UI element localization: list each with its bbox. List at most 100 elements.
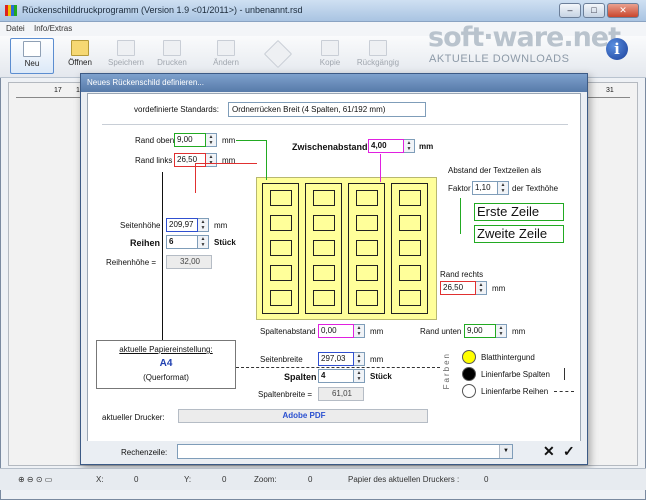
chevron-down-icon: ▼: [499, 445, 512, 458]
rand-unten-label: Rand unten: [420, 327, 462, 336]
label-cell: [270, 190, 292, 206]
spaltenbreite-value: 61,01: [318, 387, 364, 401]
label-cell: [313, 265, 335, 281]
reihen-spinner[interactable]: ▲ ▼: [198, 235, 209, 249]
width-dimension-line: [236, 367, 440, 368]
menu-info-extras[interactable]: Info/Extras: [34, 24, 72, 33]
rand-unten-input[interactable]: 9,00: [464, 324, 496, 338]
rand-oben-input[interactable]: 9,00: [174, 133, 206, 147]
ok-icon[interactable]: ✓: [563, 443, 575, 460]
column-line-color-swatch[interactable]: [462, 367, 476, 381]
spaltenabstand-spinner[interactable]: ▲ ▼: [354, 324, 365, 338]
label-cell: [356, 190, 378, 206]
rand-rechts-input[interactable]: 26,50: [440, 281, 476, 295]
app-icon: [5, 5, 17, 16]
dialog-footer: Rechenzeile: ▼ ✕ ✓: [87, 441, 581, 463]
maximize-button[interactable]: □: [583, 3, 605, 18]
seitenbreite-input[interactable]: 297,03: [318, 352, 354, 366]
folder-icon: [71, 40, 89, 56]
move-arrows-icon: [263, 39, 293, 69]
copy-button[interactable]: Kopie: [308, 38, 352, 74]
spaltenabstand-label: Spaltenabstand: [260, 327, 316, 336]
drucker-label: aktueller Drucker:: [102, 413, 165, 422]
papier-orientation: (Querformat): [143, 373, 189, 382]
rand-rechts-spinner[interactable]: ▲ ▼: [476, 281, 487, 295]
seitenbreite-spinner[interactable]: ▲ ▼: [354, 352, 365, 366]
status-bar: ⊕ ⊖ ⊙ ▭ X: 0 Y: 0 Zoom: 0 Papier des akt…: [0, 468, 646, 490]
x-label: X:: [96, 475, 104, 484]
watermark-logo: soft·ware.net AKTUELLE DOWNLOADS i: [426, 22, 644, 70]
rand-links-spinner[interactable]: ▲▼: [206, 153, 217, 167]
rand-links-label: Rand links: [135, 156, 173, 165]
edit-button[interactable]: Ändern: [204, 38, 248, 74]
rechenzeile-input[interactable]: ▼: [177, 444, 513, 459]
zwischenabstand-spinner[interactable]: ▲ ▼: [404, 139, 415, 153]
rechenzeile-label: Rechenzeile:: [121, 448, 168, 457]
reihen-input[interactable]: 6: [166, 235, 198, 249]
undo-icon: [369, 40, 387, 56]
reihenhoehe-value: 32,00: [166, 255, 212, 269]
row-line-color-swatch[interactable]: [462, 384, 476, 398]
unit-label: mm: [370, 355, 384, 364]
copy-icon: [321, 40, 339, 56]
seitenhoehe-label: Seitenhöhe: [120, 221, 161, 230]
ruler-label: 17: [54, 87, 62, 94]
papier-label: aktuelle Papiereinstellung:: [119, 345, 213, 354]
unit-label: mm: [419, 142, 434, 151]
seitenhoehe-spinner[interactable]: ▲ ▼: [198, 218, 209, 232]
zoom-label: Zoom:: [254, 475, 277, 484]
save-icon: [117, 40, 135, 56]
minimize-button[interactable]: –: [559, 3, 581, 18]
erste-zeile-preview: Erste Zeile: [474, 203, 564, 221]
x-value: 0: [134, 475, 139, 484]
zwischenabstand-label: Zwischenabstand: [292, 142, 368, 152]
spalten-spinner[interactable]: ▲ ▼: [354, 369, 365, 383]
print-icon: [163, 40, 181, 56]
texthoehe-label: der Texthöhe: [512, 184, 559, 193]
dialog-title: Neues Rückenschild definieren...: [87, 78, 204, 87]
farben-label: Farben: [442, 352, 451, 390]
rand-oben-leader: [266, 140, 267, 180]
linienfarbe-reihen-label: Linienfarbe Reihen: [481, 387, 549, 396]
rand-links-input[interactable]: 26,50: [174, 153, 206, 167]
label-cell: [313, 215, 335, 231]
menu-datei[interactable]: Datei: [6, 24, 25, 33]
faktor-spinner[interactable]: ▲ ▼: [498, 181, 509, 195]
standards-select[interactable]: Ordnerrücken Breit (4 Spalten, 61/192 mm…: [228, 102, 426, 117]
label-cell: [270, 240, 292, 256]
spalten-label: Spalten: [284, 372, 317, 382]
label-cell: [356, 290, 378, 306]
line-spacing-marker: [460, 198, 461, 234]
save-button[interactable]: Speichern: [104, 38, 148, 74]
zwischenabstand-leader: [380, 154, 381, 182]
label-cell: [270, 265, 292, 281]
standards-value: Ordnerrücken Breit (4 Spalten, 61/192 mm…: [232, 105, 386, 114]
seitenhoehe-input[interactable]: 209,97: [166, 218, 198, 232]
close-button[interactable]: ✕: [607, 3, 639, 18]
cancel-icon[interactable]: ✕: [543, 443, 555, 460]
zoom-icons: ⊕ ⊖ ⊙ ▭: [18, 475, 53, 484]
faktor-input[interactable]: 1,10: [472, 181, 498, 195]
label-cell: [399, 190, 421, 206]
print-button[interactable]: Drucken: [150, 38, 194, 74]
paper-settings-box: aktuelle Papiereinstellung: A4 (Querform…: [96, 340, 236, 389]
rand-unten-spinner[interactable]: ▲ ▼: [496, 324, 507, 338]
stueck-label: Stück: [370, 372, 392, 381]
move-control[interactable]: [254, 38, 302, 74]
y-label: Y:: [184, 475, 192, 484]
dialog-body: vordefinierte Standards: Ordnerrücken Br…: [87, 93, 581, 458]
column-line-sample: [564, 368, 565, 380]
unit-label: mm: [222, 136, 236, 145]
info-icon[interactable]: i: [606, 38, 628, 60]
row-line-sample: [554, 391, 574, 392]
zwischenabstand-input[interactable]: 4,00: [368, 139, 404, 153]
rand-oben-spinner[interactable]: ▲ ▼: [206, 133, 217, 147]
spaltenabstand-input[interactable]: 0,00: [318, 324, 354, 338]
open-button[interactable]: Öffnen: [58, 38, 102, 74]
spalten-input[interactable]: 4: [318, 369, 354, 383]
background-color-swatch[interactable]: [462, 350, 476, 364]
reihenhoehe-label: Reihenhöhe =: [106, 258, 157, 267]
undo-button[interactable]: Rückgängig: [354, 38, 402, 74]
faktor-label: Faktor: [448, 184, 471, 193]
new-button[interactable]: Neu: [10, 38, 54, 74]
